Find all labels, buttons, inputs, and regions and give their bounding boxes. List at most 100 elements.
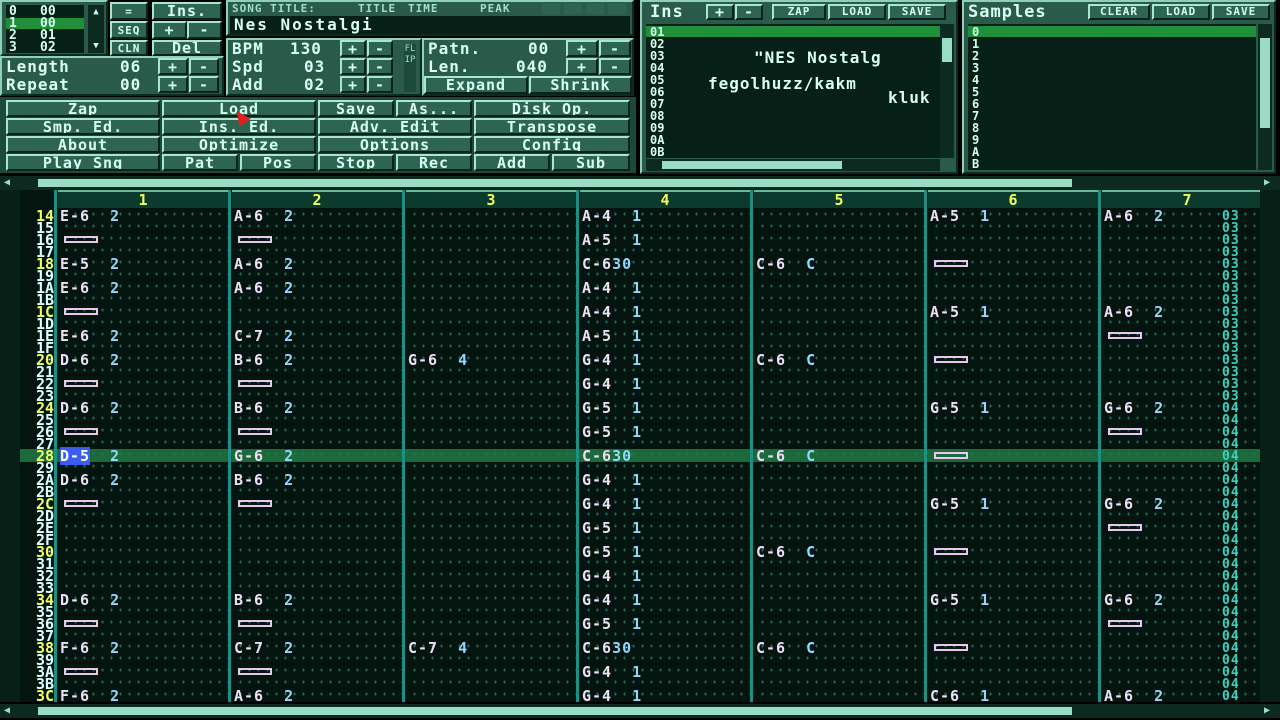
note-cell[interactable]: D-6 2: [60, 473, 120, 488]
play-song-button[interactable]: Play Sng: [6, 154, 160, 171]
tab-icon-2[interactable]: [564, 3, 582, 14]
note-cell[interactable]: A-4 1: [582, 281, 642, 296]
note-cell[interactable]: G-4 1: [582, 665, 642, 680]
advanced-edit-button[interactable]: Adv. Edit: [318, 118, 472, 135]
add-plus-button[interactable]: +: [340, 76, 366, 93]
record-button[interactable]: Rec: [396, 154, 472, 171]
channel-header-2[interactable]: 2: [232, 190, 402, 208]
cln-button[interactable]: CLN: [110, 40, 148, 56]
note-cell[interactable]: C-7 2: [234, 329, 294, 344]
length-minus-button[interactable]: -: [189, 58, 219, 75]
pattern-bottom-hscrollbar[interactable]: ◀ ▶: [0, 704, 1280, 718]
note-cell[interactable]: F-6 2: [60, 641, 120, 656]
insert-position-button[interactable]: Ins.: [152, 2, 222, 20]
note-cell[interactable]: G-5 1: [582, 545, 642, 560]
note-cell[interactable]: A-6 2: [1104, 689, 1164, 703]
play-position-button[interactable]: Pos: [240, 154, 316, 171]
add-button[interactable]: Add: [474, 154, 550, 171]
play-pattern-button[interactable]: Pat: [162, 154, 238, 171]
instrument-list[interactable]: 01 02 03 04 05 06 07 08 09 0A 0B "NES Nostalg fego…: [646, 24, 940, 158]
pattern-length-plus-button[interactable]: +: [566, 58, 598, 75]
channel-header-3[interactable]: 3: [406, 190, 576, 208]
note-cell[interactable]: A-5 1: [582, 233, 642, 248]
position-list[interactable]: 0 00 1 00 2 01 3 02: [6, 5, 84, 54]
note-cell[interactable]: C-630: [582, 641, 632, 656]
note-cell[interactable]: C-6 C: [756, 257, 816, 272]
bpm-minus-button[interactable]: -: [367, 40, 393, 57]
note-cell[interactable]: G-6 2: [1104, 593, 1164, 608]
note-cell[interactable]: E-6 2: [60, 209, 120, 224]
note-cell[interactable]: C-6 C: [756, 545, 816, 560]
flip-button[interactable]: FLIP: [404, 44, 416, 92]
pattern-bottom-hscroll-thumb[interactable]: [38, 707, 1072, 715]
note-cell[interactable]: G-5 1: [582, 425, 642, 440]
note-cell[interactable]: A-6 2: [234, 281, 294, 296]
note-cell[interactable]: G-6 2: [1104, 497, 1164, 512]
note-cell[interactable]: A-6 2: [1104, 305, 1164, 320]
pattern-top-hscroll-thumb[interactable]: [38, 179, 1072, 187]
note-cell[interactable]: G-5 1: [582, 617, 642, 632]
note-cell[interactable]: C-6 C: [756, 641, 816, 656]
scroll-left-icon[interactable]: ◀: [4, 705, 10, 716]
length-plus-button[interactable]: +: [158, 58, 188, 75]
note-cell[interactable]: D-6 2: [60, 401, 120, 416]
sample-list[interactable]: 0123456789AB: [968, 24, 1256, 170]
note-cell[interactable]: C-7 4: [408, 641, 468, 656]
note-cell[interactable]: A-6 2: [234, 209, 294, 224]
eq-button[interactable]: =: [110, 2, 148, 20]
note-cell[interactable]: D-6 2: [60, 353, 120, 368]
repeat-minus-button[interactable]: -: [189, 76, 219, 93]
repeat-plus-button[interactable]: +: [158, 76, 188, 93]
channel-header-4[interactable]: 4: [580, 190, 750, 208]
instrument-minus-button[interactable]: -: [735, 4, 763, 20]
note-cell[interactable]: G-4 1: [582, 569, 642, 584]
note-cell[interactable]: G-5 1: [582, 401, 642, 416]
zap-button[interactable]: Zap: [6, 100, 160, 117]
note-cell[interactable]: C-630: [582, 257, 632, 272]
position-plus-button[interactable]: +: [152, 21, 187, 39]
save-button[interactable]: Save: [318, 100, 394, 117]
tab-time[interactable]: TIME: [408, 2, 439, 15]
note-cell[interactable]: A-5 1: [930, 209, 990, 224]
position-minus-button[interactable]: -: [187, 21, 222, 39]
expand-button[interactable]: Expand: [424, 76, 528, 94]
song-title-input[interactable]: Nes Nostalgi: [230, 16, 630, 34]
tab-icon-4[interactable]: [608, 3, 626, 14]
note-cell[interactable]: C-6 C: [756, 449, 816, 464]
pattern-length-minus-button[interactable]: -: [599, 58, 631, 75]
note-cell[interactable]: A-6 2: [234, 689, 294, 703]
sample-load-button[interactable]: LOAD: [1152, 4, 1210, 20]
shrink-button[interactable]: Shrink: [529, 76, 632, 94]
instrument-save-button[interactable]: SAVE: [888, 4, 946, 20]
note-cell[interactable]: G-5 1: [930, 401, 990, 416]
note-cell[interactable]: G-4 1: [582, 377, 642, 392]
channel-header-1[interactable]: 1: [58, 190, 228, 208]
note-cell[interactable]: G-6 4: [408, 353, 468, 368]
instrument-vscrollbar[interactable]: [940, 24, 954, 158]
note-cell[interactable]: B-6 2: [234, 353, 294, 368]
note-cell[interactable]: F-6 2: [60, 689, 120, 703]
speed-plus-button[interactable]: +: [340, 58, 366, 75]
note-cell[interactable]: A-4 1: [582, 209, 642, 224]
note-cell[interactable]: E-6 2: [60, 281, 120, 296]
config-button[interactable]: Config: [474, 136, 630, 153]
add-minus-button[interactable]: -: [367, 76, 393, 93]
note-cell[interactable]: B-6 2: [234, 401, 294, 416]
sub-button[interactable]: Sub: [552, 154, 630, 171]
note-cell[interactable]: E-5 2: [60, 257, 120, 272]
note-cell[interactable]: G-4 1: [582, 593, 642, 608]
pattern-editor[interactable]: 1 2 3 4 5 6 7 14 03 15 03 16 03 17 03 18 03 19 03 1A 03 1B 03 1…: [20, 190, 1260, 702]
note-cell[interactable]: G-5 1: [930, 497, 990, 512]
channel-header-7[interactable]: 7: [1102, 190, 1260, 208]
instrument-zap-button[interactable]: ZAP: [772, 4, 826, 20]
note-cell[interactable]: G-4 1: [582, 689, 642, 703]
arrow-down-icon[interactable]: ▼: [90, 41, 102, 51]
speed-minus-button[interactable]: -: [367, 58, 393, 75]
tab-peak[interactable]: PEAK: [480, 2, 511, 15]
seq-button[interactable]: SEQ: [110, 21, 148, 39]
sample-clear-button[interactable]: CLEAR: [1088, 4, 1150, 20]
sample-vscrollbar[interactable]: [1258, 24, 1272, 170]
save-as-button[interactable]: As...: [396, 100, 472, 117]
note-cell[interactable]: A-4 1: [582, 305, 642, 320]
scroll-right-icon[interactable]: ▶: [1264, 177, 1270, 188]
